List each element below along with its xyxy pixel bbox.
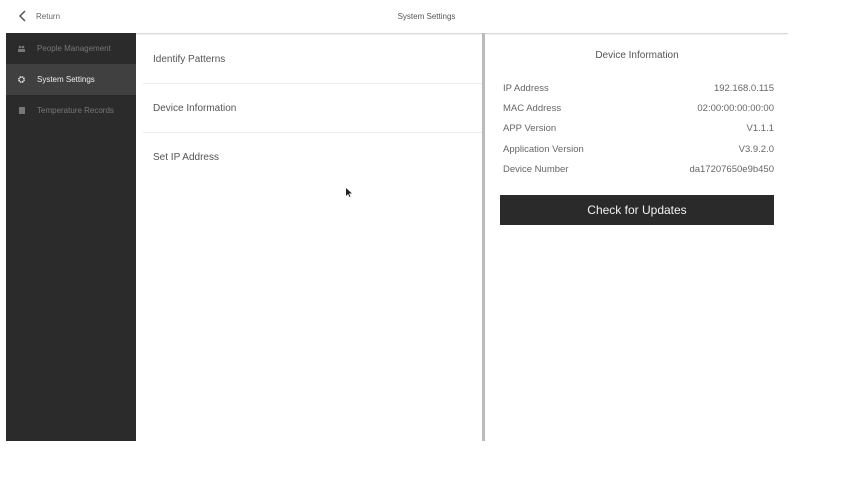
sidebar-item-label: Temperature Records: [37, 106, 114, 115]
info-row-app-version: APP Version V1.1.1: [503, 119, 774, 139]
panel-divider: [482, 33, 485, 441]
document-icon: [18, 107, 25, 114]
sidebar-item-system-settings[interactable]: System Settings: [6, 64, 136, 95]
info-label: MAC Address: [503, 102, 562, 114]
sidebar-item-label: People Management: [37, 44, 111, 53]
sidebar: People Management System Settings Temper…: [6, 33, 136, 441]
info-row-application-version: Application Version V3.9.2.0: [503, 139, 774, 159]
info-row-device-number: Device Number da17207650e9b450: [503, 159, 774, 179]
menu-item-set-ip-address[interactable]: Set IP Address: [143, 133, 482, 181]
page-title: System Settings: [397, 12, 456, 21]
info-label: APP Version: [503, 123, 557, 135]
info-value: 02:00:00:00:00:00: [697, 102, 774, 114]
info-value: V1.1.1: [746, 123, 774, 135]
settings-menu: Identify Patterns Device Information Set…: [136, 35, 482, 441]
sidebar-item-label: System Settings: [37, 75, 95, 84]
info-value: V3.9.2.0: [738, 143, 774, 155]
info-label: IP Address: [503, 82, 549, 94]
info-label: Application Version: [503, 143, 584, 155]
info-value: 192.168.0.115: [713, 82, 774, 94]
people-icon: [18, 45, 25, 52]
device-information-panel: Device Information IP Address 192.168.0.1…: [486, 35, 788, 441]
info-value: da17207650e9b450: [689, 163, 774, 175]
mouse-cursor-icon: [346, 188, 352, 197]
menu-item-device-information[interactable]: Device Information: [143, 84, 482, 133]
gear-icon: [18, 76, 25, 83]
info-label: Device Number: [503, 163, 569, 175]
sidebar-item-people-management[interactable]: People Management: [6, 33, 136, 64]
top-bar: Return System Settings: [0, 0, 853, 33]
info-row-mac-address: MAC Address 02:00:00:00:00:00: [503, 98, 774, 118]
panel-title: Device Information: [595, 50, 679, 61]
check-for-updates-button[interactable]: Check for Updates: [500, 195, 774, 225]
info-row-ip-address: IP Address 192.168.0.115: [503, 78, 774, 98]
sidebar-item-temperature-records[interactable]: Temperature Records: [6, 95, 136, 126]
menu-item-identify-patterns[interactable]: Identify Patterns: [143, 35, 482, 84]
